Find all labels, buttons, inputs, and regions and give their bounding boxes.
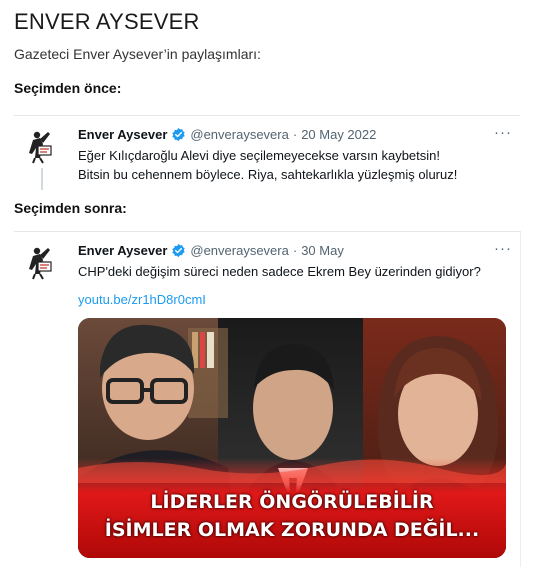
verified-badge-icon: [172, 243, 186, 258]
tweet-text: CHP'deki değişim süreci neden sadece Ekr…: [78, 264, 481, 279]
caption-line-1: LİDERLER ÖNGÖRÜLEBİLİR: [150, 491, 434, 513]
youtube-link[interactable]: youtu.be/zr1hD8r0cmI: [78, 292, 206, 307]
tweet-text-line-2: Bitsin bu cehennem böylece. Riya, sahtek…: [78, 167, 458, 182]
avatar[interactable]: [24, 244, 60, 280]
separator-dot: ·: [292, 127, 298, 142]
tweet-card-before[interactable]: Enver Aysever @enveraysevera · 20 May 20…: [14, 115, 520, 196]
avatar[interactable]: [24, 128, 60, 164]
thumbnail-caption: LİDERLER ÖNGÖRÜLEBİLİR İSİMLER OLMAK ZOR…: [78, 488, 506, 544]
video-thumbnail[interactable]: LİDERLER ÖNGÖRÜLEBİLİR İSİMLER OLMAK ZOR…: [78, 318, 506, 558]
page-subtitle: Gazeteci Enver Aysever’in paylaşımları:: [14, 46, 261, 62]
more-options-icon[interactable]: ···: [494, 240, 512, 257]
more-options-icon[interactable]: ···: [494, 124, 512, 141]
page-title: ENVER AYSEVER: [14, 9, 200, 34]
tweet-text: Eğer Kılıçdaroğlu Alevi diye seçilemeyec…: [78, 146, 457, 184]
caption-line-2: İSİMLER OLMAK ZORUNDA DEĞİL...: [104, 519, 480, 541]
tweet-header: Enver Aysever @enveraysevera · 30 May: [78, 243, 344, 258]
section-label-before: Seçimden önce:: [14, 80, 122, 96]
author-name[interactable]: Enver Aysever: [78, 127, 167, 142]
tweet-card-after[interactable]: Enver Aysever @enveraysevera · 30 May ··…: [14, 231, 521, 567]
tweet-date[interactable]: 20 May 2022: [301, 127, 376, 142]
thread-line: [41, 168, 43, 190]
tweet-header: Enver Aysever @enveraysevera · 20 May 20…: [78, 127, 376, 142]
tweet-text-line-1: Eğer Kılıçdaroğlu Alevi diye seçilemeyec…: [78, 148, 441, 163]
author-handle[interactable]: @enveraysevera: [190, 127, 288, 142]
verified-badge-icon: [172, 127, 186, 142]
section-label-after: Seçimden sonra:: [14, 200, 127, 216]
author-handle[interactable]: @enveraysevera: [190, 243, 288, 258]
tweet-date[interactable]: 30 May: [301, 243, 344, 258]
author-name[interactable]: Enver Aysever: [78, 243, 167, 258]
separator-dot: ·: [292, 243, 298, 258]
